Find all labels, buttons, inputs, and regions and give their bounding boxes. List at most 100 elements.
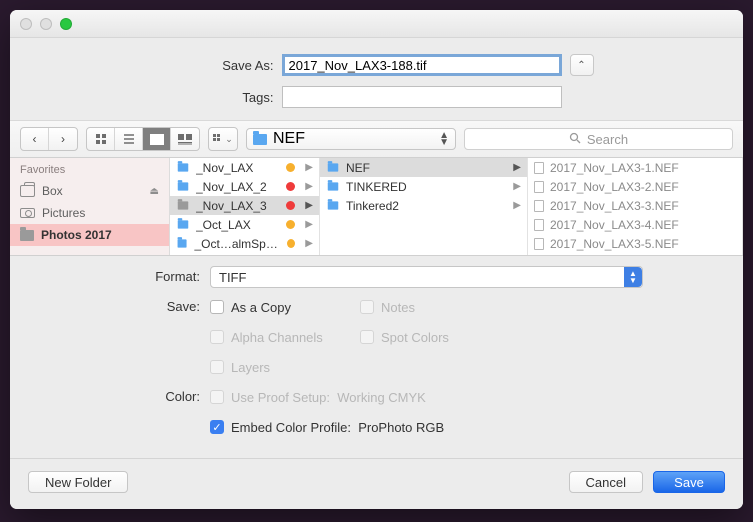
browser-column-3[interactable]: 2017_Nov_LAX3-1.NEF2017_Nov_LAX3-2.NEF 20… bbox=[528, 158, 743, 255]
folder-icon bbox=[20, 230, 34, 241]
chevron-right-icon: ▶ bbox=[305, 181, 313, 192]
dialog-footer: New Folder Cancel Save bbox=[10, 458, 743, 509]
sidebar-item-photos-2017[interactable]: Photos 2017 bbox=[10, 224, 169, 246]
embed-value: ProPhoto RGB bbox=[358, 420, 444, 435]
folder-icon bbox=[328, 163, 339, 171]
path-label: NEF bbox=[273, 130, 305, 148]
titlebar bbox=[10, 10, 743, 38]
grid-small-icon bbox=[213, 134, 223, 144]
chevron-right-icon: ▶ bbox=[305, 219, 313, 230]
list-item[interactable]: Tinkered2 ▶ bbox=[320, 196, 527, 215]
folder-icon bbox=[328, 182, 339, 190]
sidebar-item-pictures[interactable]: Pictures bbox=[10, 202, 169, 224]
traffic-light-minimize[interactable] bbox=[40, 18, 52, 30]
list-item[interactable]: 2017_Nov_LAX3-5.NEF bbox=[528, 234, 742, 253]
traffic-light-zoom[interactable] bbox=[60, 18, 72, 30]
file-label: _Nov_LAX_3 bbox=[196, 199, 267, 213]
save-button[interactable]: Save bbox=[653, 471, 725, 493]
chevron-right-icon: ▶ bbox=[305, 238, 313, 249]
list-icon bbox=[123, 133, 135, 145]
tags-input[interactable] bbox=[282, 86, 562, 108]
file-label: 2017_Nov_LAX3-3.NEF bbox=[550, 199, 679, 213]
browser-column-2[interactable]: NEF ▶ TINKERED▶ Tinkered2 ▶ bbox=[320, 158, 528, 255]
layers-checkbox: Layers bbox=[210, 356, 643, 378]
as-copy-checkbox[interactable]: As a Copy bbox=[210, 296, 360, 318]
list-item[interactable]: 2017_Nov_LAX3-3.NEF bbox=[528, 196, 742, 215]
column-browser: Favorites Box⏏PicturesPhotos 2017 _Nov_L… bbox=[10, 158, 743, 256]
chevron-right-icon: › bbox=[61, 132, 65, 146]
file-label: _Oct…almSprings bbox=[194, 237, 281, 251]
save-dialog: Save As: ⌃ Tags: ‹ › bbox=[10, 10, 743, 509]
list-item[interactable]: 2017_Nov_LAX3-1.NEF bbox=[528, 158, 742, 177]
traffic-light-close[interactable] bbox=[20, 18, 32, 30]
checkbox-icon bbox=[360, 330, 374, 344]
stepper-icon: ▲▼ bbox=[624, 267, 642, 287]
coverflow-view-button[interactable] bbox=[171, 128, 199, 150]
sidebar-item-label: Box bbox=[42, 184, 63, 198]
sidebar-item-box[interactable]: Box ⏏ bbox=[10, 180, 169, 202]
browser-toolbar: ‹ › ⌄ NEF ▲▼ bbox=[10, 120, 743, 158]
browser-column-1[interactable]: _Nov_LAX▶_Nov_LAX_2▶_Nov_LAX_3▶_Oct_LAX▶… bbox=[170, 158, 320, 255]
icon-view-button[interactable] bbox=[87, 128, 115, 150]
as-copy-label: As a Copy bbox=[231, 300, 291, 315]
folder-icon bbox=[178, 163, 189, 171]
collapse-toggle-button[interactable]: ⌃ bbox=[570, 54, 594, 76]
list-item[interactable]: NEF ▶ bbox=[320, 158, 527, 177]
layers-label: Layers bbox=[231, 360, 270, 375]
notes-checkbox: Notes bbox=[360, 296, 643, 318]
arrange-button[interactable]: ⌄ bbox=[209, 128, 237, 150]
save-as-label: Save As: bbox=[154, 58, 274, 73]
path-popup[interactable]: NEF ▲▼ bbox=[246, 128, 456, 150]
folder-icon bbox=[178, 201, 189, 209]
list-item[interactable]: 2017_Nov_LAX3-4.NEF bbox=[528, 215, 742, 234]
file-label: _Oct_LAX bbox=[196, 218, 251, 232]
save-as-input[interactable] bbox=[282, 54, 562, 76]
folder-icon bbox=[328, 201, 339, 209]
list-item[interactable]: _Nov_LAX_3▶ bbox=[170, 196, 319, 215]
embed-profile-checkbox[interactable]: ✓ Embed Color Profile: ProPhoto RGB bbox=[210, 416, 643, 438]
embed-label: Embed Color Profile: bbox=[231, 420, 351, 435]
tag-dot-icon bbox=[286, 182, 295, 191]
search-field[interactable]: Search bbox=[464, 128, 733, 150]
format-select[interactable]: TIFF ▲▼ bbox=[210, 266, 643, 288]
column-view-button[interactable] bbox=[143, 128, 171, 150]
stepper-icon: ▲▼ bbox=[439, 132, 449, 146]
format-label: Format: bbox=[80, 266, 200, 288]
color-group-label: Color: bbox=[80, 386, 200, 408]
list-item[interactable]: TINKERED▶ bbox=[320, 177, 527, 196]
forward-button[interactable]: › bbox=[49, 128, 77, 150]
list-item[interactable]: _Nov_LAX▶ bbox=[170, 158, 319, 177]
folder-icon bbox=[178, 239, 187, 247]
alpha-label: Alpha Channels bbox=[231, 330, 323, 345]
file-icon bbox=[534, 219, 544, 231]
checkbox-icon bbox=[210, 360, 224, 374]
tag-dot-icon bbox=[287, 239, 295, 248]
tags-label: Tags: bbox=[154, 90, 274, 105]
file-icon bbox=[534, 238, 544, 250]
file-label: _Nov_LAX_2 bbox=[196, 180, 267, 194]
search-icon bbox=[569, 132, 581, 147]
new-folder-button[interactable]: New Folder bbox=[28, 471, 128, 493]
file-label: NEF bbox=[346, 161, 370, 175]
tag-dot-icon bbox=[286, 201, 295, 210]
list-view-button[interactable] bbox=[115, 128, 143, 150]
list-item[interactable]: _Nov_LAX_2 ▶ bbox=[170, 177, 319, 196]
file-label: 2017_Nov_LAX3-5.NEF bbox=[550, 237, 679, 251]
list-item[interactable]: _Oct…almSprings ▶ bbox=[170, 234, 319, 253]
nav-seg: ‹ › bbox=[20, 127, 78, 151]
eject-icon[interactable]: ⏏ bbox=[150, 186, 159, 197]
cancel-button[interactable]: Cancel bbox=[569, 471, 643, 493]
proof-setup-checkbox: Use Proof Setup: Working CMYK bbox=[210, 386, 643, 408]
chevron-right-icon: ▶ bbox=[513, 162, 521, 173]
checkbox-icon bbox=[210, 330, 224, 344]
file-icon bbox=[534, 200, 544, 212]
file-label: _Nov_LAX bbox=[196, 161, 253, 175]
list-item[interactable]: 2017_Nov_LAX3-2.NEF bbox=[528, 177, 742, 196]
chevron-right-icon: ▶ bbox=[513, 200, 521, 211]
back-button[interactable]: ‹ bbox=[21, 128, 49, 150]
file-label: Tinkered2 bbox=[346, 199, 399, 213]
file-icon bbox=[534, 162, 544, 174]
grid-icon bbox=[95, 133, 107, 145]
list-item[interactable]: _Oct_LAX ▶ bbox=[170, 215, 319, 234]
checkbox-icon bbox=[360, 300, 374, 314]
